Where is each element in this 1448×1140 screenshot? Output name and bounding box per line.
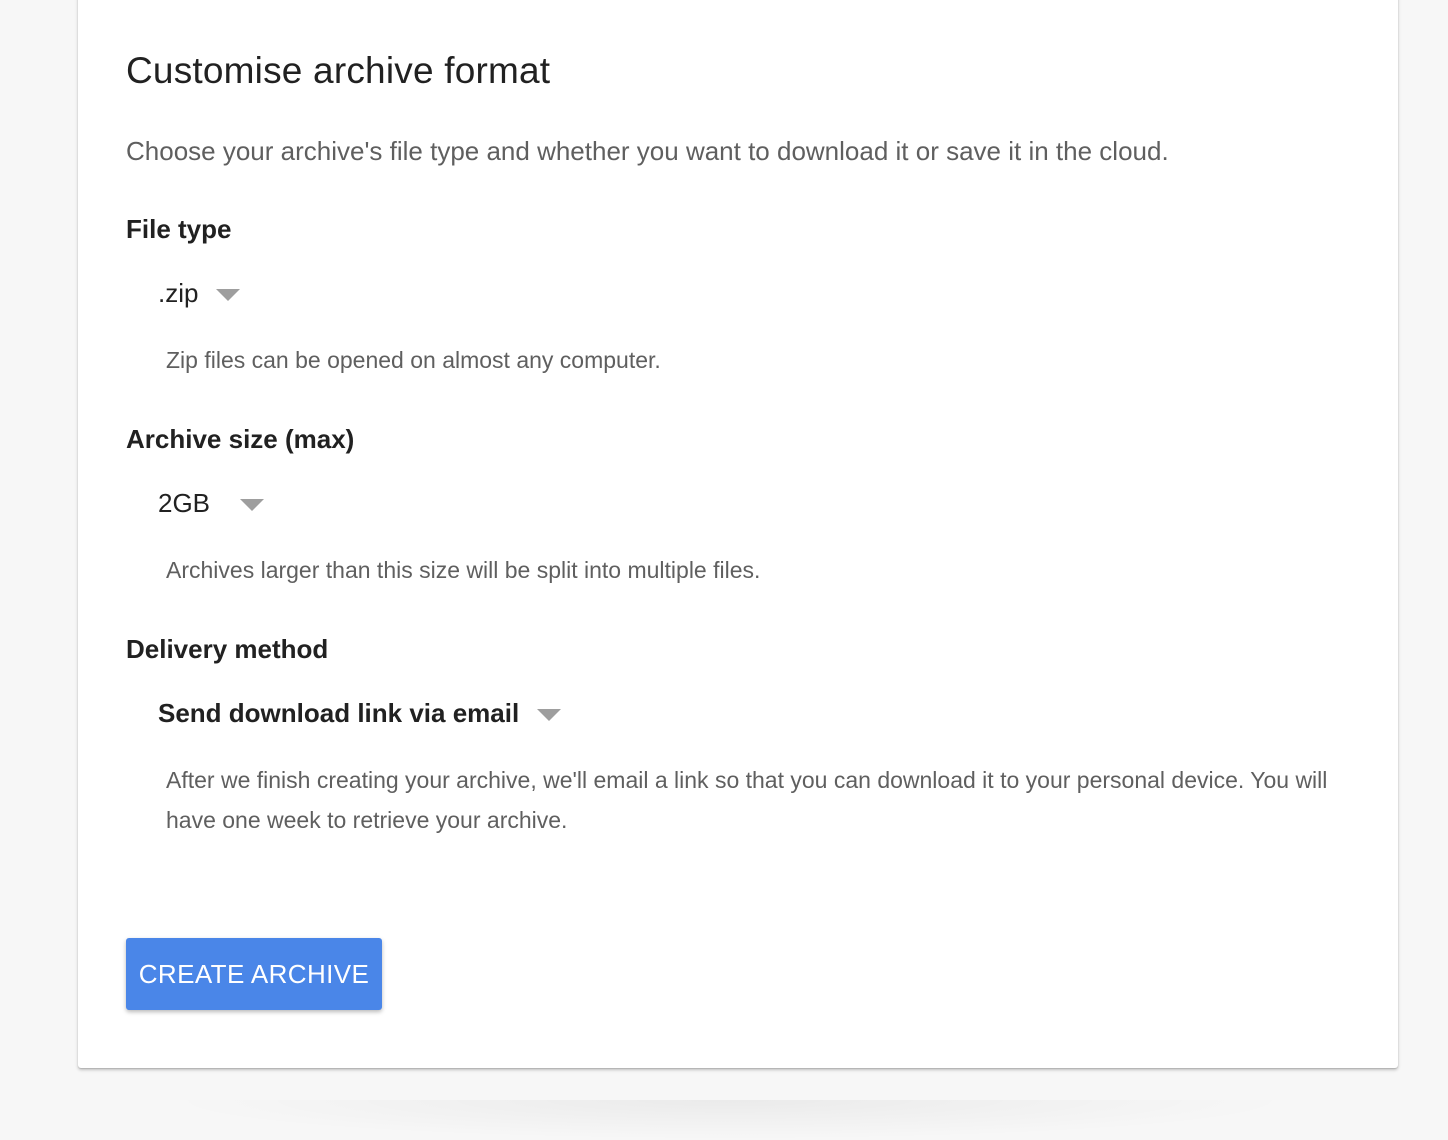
delivery-method-heading: Delivery method	[126, 634, 329, 664]
archive-format-card: Customise archive format Choose your arc…	[78, 0, 1398, 1068]
delivery-method-selected-value: Send download link via email	[158, 698, 520, 728]
caret-down-icon	[240, 498, 265, 511]
page-subtitle: Choose your archive's file type and whet…	[126, 136, 1169, 166]
archive-size-dropdown[interactable]: 2GB	[158, 488, 265, 519]
delivery-method-helper: After we finish creating your archive, w…	[166, 767, 1328, 833]
caret-down-icon	[216, 288, 241, 301]
archive-size-heading: Archive size (max)	[126, 424, 355, 454]
page-title: Customise archive format	[126, 50, 551, 91]
archive-size-helper: Archives larger than this size will be s…	[166, 557, 761, 583]
file-type-helper: Zip files can be opened on almost any co…	[166, 347, 661, 373]
create-archive-button[interactable]: CREATE ARCHIVE	[126, 938, 382, 1010]
file-type-selected-value: .zip	[158, 278, 199, 308]
file-type-dropdown[interactable]: .zip	[158, 278, 241, 309]
delivery-method-dropdown[interactable]: Send download link via email	[158, 698, 562, 729]
caret-down-icon	[537, 708, 562, 721]
page-shadow	[160, 1100, 1300, 1140]
archive-size-selected-value: 2GB	[158, 488, 211, 518]
file-type-heading: File type	[126, 214, 232, 244]
